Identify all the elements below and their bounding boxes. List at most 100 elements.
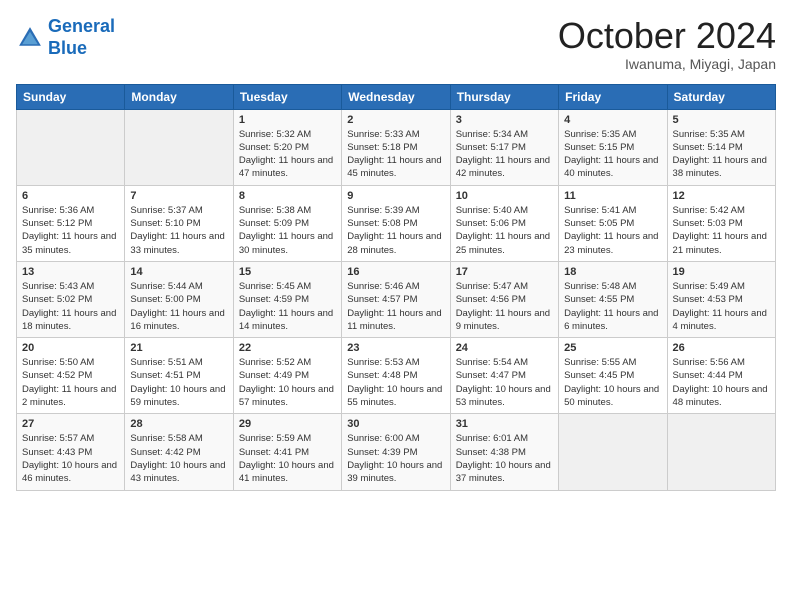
calendar-cell [125,109,233,185]
calendar-cell [667,414,775,490]
day-number: 3 [456,114,553,126]
calendar-cell: 4 Sunrise: 5:35 AM Sunset: 5:15 PM Daylig… [559,109,667,185]
day-info: Sunrise: 5:53 AM Sunset: 4:48 PM Dayligh… [347,356,444,409]
day-number: 17 [456,266,553,278]
day-number: 2 [347,114,444,126]
calendar-cell: 6Sunrise: 5:36 AM Sunset: 5:12 PM Daylig… [17,185,125,261]
calendar-cell: 28 Sunrise: 5:58 AM Sunset: 4:42 PM Dayli… [125,414,233,490]
day-number: 23 [347,342,444,354]
month-title: October 2024 [558,16,776,56]
day-number: 27 [22,418,119,430]
calendar-week-row: 1 Sunrise: 5:32 AM Sunset: 5:20 PM Daylig… [17,109,776,185]
day-info: Sunrise: 5:57 AM Sunset: 4:43 PM Dayligh… [22,432,119,485]
day-info: Sunrise: 5:32 AM Sunset: 5:20 PM Dayligh… [239,128,336,181]
day-info: Sunrise: 5:33 AM Sunset: 5:18 PM Dayligh… [347,128,444,181]
calendar-cell: 31 Sunrise: 6:01 AM Sunset: 4:38 PM Dayli… [450,414,558,490]
day-info: Sunrise: 5:35 AM Sunset: 5:15 PM Dayligh… [564,128,661,181]
day-number: 19 [673,266,770,278]
calendar-cell: 23 Sunrise: 5:53 AM Sunset: 4:48 PM Dayli… [342,338,450,414]
day-info: Sunrise: 5:39 AM Sunset: 5:08 PM Dayligh… [347,204,444,257]
calendar-cell: 10 Sunrise: 5:40 AM Sunset: 5:06 PM Dayli… [450,185,558,261]
day-number: 11 [564,190,661,202]
day-number: 9 [347,190,444,202]
calendar-week-row: 27 Sunrise: 5:57 AM Sunset: 4:43 PM Dayli… [17,414,776,490]
calendar-week-row: 6Sunrise: 5:36 AM Sunset: 5:12 PM Daylig… [17,185,776,261]
day-number: 7 [130,190,227,202]
day-info: Sunrise: 5:43 AM Sunset: 5:02 PM Dayligh… [22,280,119,333]
calendar-cell: 18Sunrise: 5:48 AM Sunset: 4:55 PM Dayli… [559,261,667,337]
title-block: October 2024 Iwanuma, Miyagi, Japan [558,16,776,72]
day-info: Sunrise: 5:56 AM Sunset: 4:44 PM Dayligh… [673,356,770,409]
weekday-header: Saturday [667,84,775,109]
day-info: Sunrise: 5:55 AM Sunset: 4:45 PM Dayligh… [564,356,661,409]
day-number: 15 [239,266,336,278]
calendar-cell [17,109,125,185]
calendar-cell: 21Sunrise: 5:51 AM Sunset: 4:51 PM Dayli… [125,338,233,414]
calendar-cell: 7Sunrise: 5:37 AM Sunset: 5:10 PM Daylig… [125,185,233,261]
day-info: Sunrise: 5:41 AM Sunset: 5:05 PM Dayligh… [564,204,661,257]
page-header: General Blue October 2024 Iwanuma, Miyag… [16,16,776,72]
day-info: Sunrise: 5:54 AM Sunset: 4:47 PM Dayligh… [456,356,553,409]
day-number: 24 [456,342,553,354]
calendar-cell: 17 Sunrise: 5:47 AM Sunset: 4:56 PM Dayli… [450,261,558,337]
day-number: 31 [456,418,553,430]
calendar-cell: 5Sunrise: 5:35 AM Sunset: 5:14 PM Daylig… [667,109,775,185]
day-number: 21 [130,342,227,354]
calendar-cell: 11 Sunrise: 5:41 AM Sunset: 5:05 PM Dayli… [559,185,667,261]
day-number: 1 [239,114,336,126]
day-info: Sunrise: 5:38 AM Sunset: 5:09 PM Dayligh… [239,204,336,257]
day-number: 28 [130,418,227,430]
day-number: 13 [22,266,119,278]
calendar-cell: 25Sunrise: 5:55 AM Sunset: 4:45 PM Dayli… [559,338,667,414]
day-info: Sunrise: 5:49 AM Sunset: 4:53 PM Dayligh… [673,280,770,333]
day-info: Sunrise: 5:35 AM Sunset: 5:14 PM Dayligh… [673,128,770,181]
logo-icon [16,24,44,52]
calendar-cell: 12 Sunrise: 5:42 AM Sunset: 5:03 PM Dayli… [667,185,775,261]
day-number: 22 [239,342,336,354]
weekday-header: Tuesday [233,84,341,109]
calendar-cell: 1 Sunrise: 5:32 AM Sunset: 5:20 PM Daylig… [233,109,341,185]
weekday-header: Sunday [17,84,125,109]
day-number: 18 [564,266,661,278]
calendar-cell: 2 Sunrise: 5:33 AM Sunset: 5:18 PM Daylig… [342,109,450,185]
calendar-cell: 29Sunrise: 5:59 AM Sunset: 4:41 PM Dayli… [233,414,341,490]
calendar-cell: 27 Sunrise: 5:57 AM Sunset: 4:43 PM Dayli… [17,414,125,490]
weekday-header: Friday [559,84,667,109]
calendar-cell: 24 Sunrise: 5:54 AM Sunset: 4:47 PM Dayli… [450,338,558,414]
weekday-header: Thursday [450,84,558,109]
calendar-cell: 22 Sunrise: 5:52 AM Sunset: 4:49 PM Dayli… [233,338,341,414]
location: Iwanuma, Miyagi, Japan [558,56,776,72]
day-info: Sunrise: 5:40 AM Sunset: 5:06 PM Dayligh… [456,204,553,257]
day-info: Sunrise: 6:01 AM Sunset: 4:38 PM Dayligh… [456,432,553,485]
calendar-cell: 30 Sunrise: 6:00 AM Sunset: 4:39 PM Dayli… [342,414,450,490]
calendar-cell: 14Sunrise: 5:44 AM Sunset: 5:00 PM Dayli… [125,261,233,337]
calendar-cell: 9 Sunrise: 5:39 AM Sunset: 5:08 PM Daylig… [342,185,450,261]
day-info: Sunrise: 5:34 AM Sunset: 5:17 PM Dayligh… [456,128,553,181]
logo-text: General Blue [48,16,115,59]
logo-line2: Blue [48,38,87,58]
day-number: 6 [22,190,119,202]
day-info: Sunrise: 5:58 AM Sunset: 4:42 PM Dayligh… [130,432,227,485]
calendar-week-row: 13 Sunrise: 5:43 AM Sunset: 5:02 PM Dayli… [17,261,776,337]
calendar-cell: 15Sunrise: 5:45 AM Sunset: 4:59 PM Dayli… [233,261,341,337]
day-info: Sunrise: 5:52 AM Sunset: 4:49 PM Dayligh… [239,356,336,409]
day-info: Sunrise: 5:59 AM Sunset: 4:41 PM Dayligh… [239,432,336,485]
day-info: Sunrise: 5:50 AM Sunset: 4:52 PM Dayligh… [22,356,119,409]
day-number: 12 [673,190,770,202]
calendar-cell: 3 Sunrise: 5:34 AM Sunset: 5:17 PM Daylig… [450,109,558,185]
calendar-cell: 8 Sunrise: 5:38 AM Sunset: 5:09 PM Daylig… [233,185,341,261]
day-number: 4 [564,114,661,126]
day-number: 10 [456,190,553,202]
day-info: Sunrise: 6:00 AM Sunset: 4:39 PM Dayligh… [347,432,444,485]
calendar-table: SundayMondayTuesdayWednesdayThursdayFrid… [16,84,776,491]
day-number: 26 [673,342,770,354]
day-info: Sunrise: 5:46 AM Sunset: 4:57 PM Dayligh… [347,280,444,333]
day-number: 8 [239,190,336,202]
day-info: Sunrise: 5:42 AM Sunset: 5:03 PM Dayligh… [673,204,770,257]
day-number: 16 [347,266,444,278]
calendar-cell: 13 Sunrise: 5:43 AM Sunset: 5:02 PM Dayli… [17,261,125,337]
day-info: Sunrise: 5:47 AM Sunset: 4:56 PM Dayligh… [456,280,553,333]
weekday-header-row: SundayMondayTuesdayWednesdayThursdayFrid… [17,84,776,109]
day-number: 30 [347,418,444,430]
weekday-header: Monday [125,84,233,109]
